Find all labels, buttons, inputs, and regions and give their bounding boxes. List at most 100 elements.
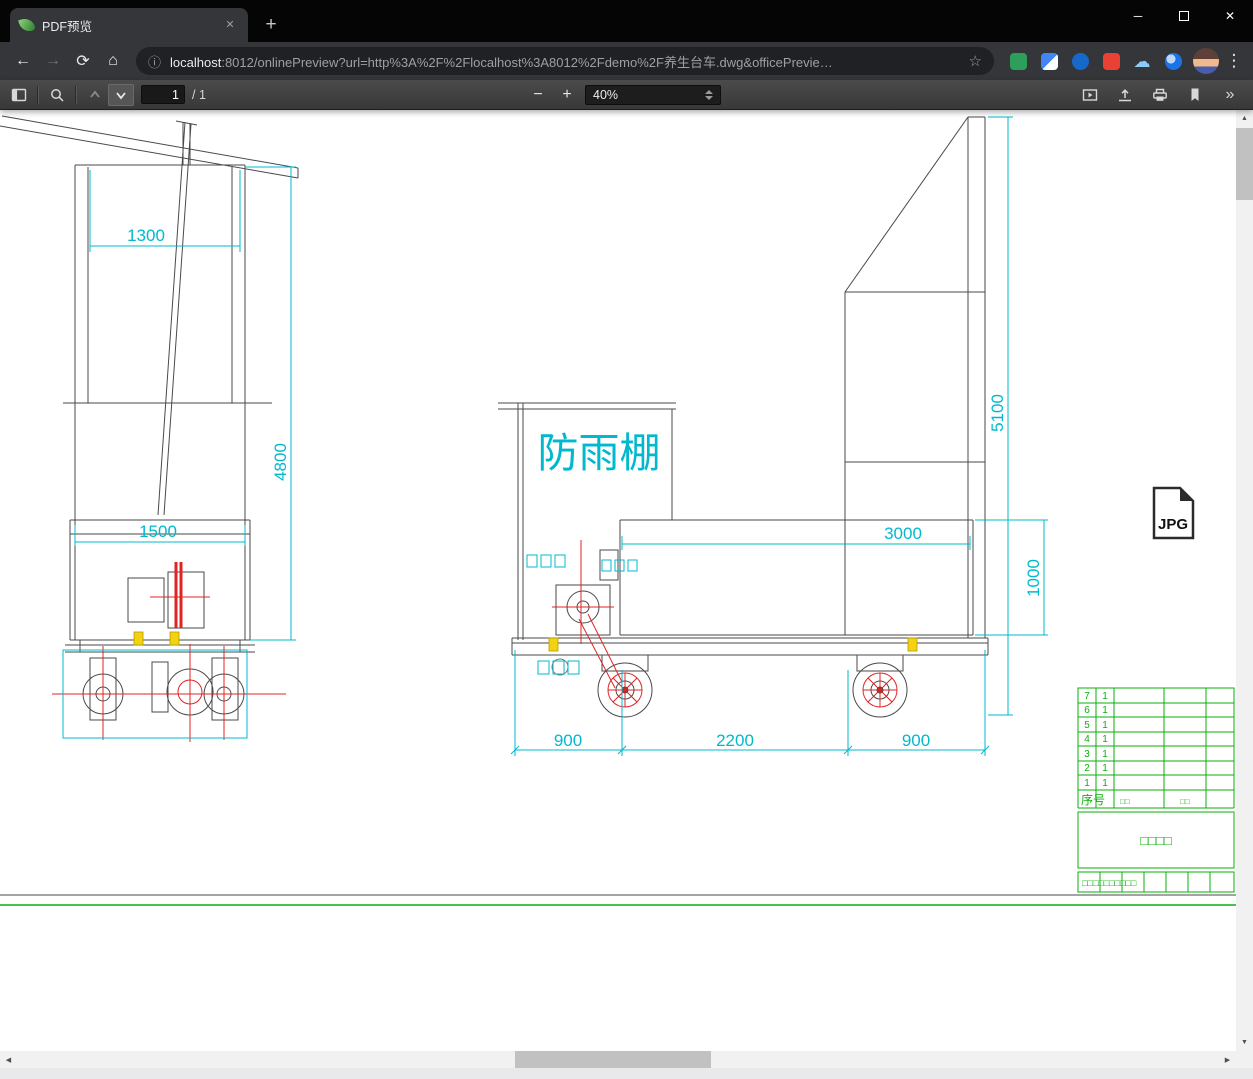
presentation-mode-button[interactable] bbox=[1077, 84, 1103, 106]
tb-row-no: 4 bbox=[1084, 734, 1090, 745]
orange-extension-icon bbox=[1102, 52, 1120, 70]
forward-button[interactable]: → bbox=[38, 46, 68, 76]
vertical-scrollbar[interactable]: ▲ ▼ bbox=[1236, 110, 1253, 1051]
zoom-select[interactable]: 40% bbox=[585, 85, 721, 105]
toolbar-divider bbox=[37, 85, 39, 104]
print-button[interactable] bbox=[1147, 84, 1173, 106]
drawing-black-lines bbox=[0, 115, 1236, 896]
zoom-controls: − + 40% bbox=[527, 80, 721, 110]
pdf-page-canvas: 1300 4800 1500 防雨棚 3000 1000 5100 900 22… bbox=[0, 110, 1236, 1051]
scroll-right-icon[interactable]: ▶ bbox=[1219, 1051, 1236, 1068]
maximize-icon bbox=[1179, 11, 1189, 21]
page-number-input[interactable] bbox=[141, 85, 185, 104]
bookmark-star-icon[interactable]: ☆ bbox=[969, 52, 982, 70]
more-tools-button[interactable]: » bbox=[1217, 84, 1243, 106]
search-icon bbox=[51, 88, 64, 102]
page-down-button[interactable] bbox=[108, 83, 134, 106]
tab-close-icon[interactable]: ✕ bbox=[222, 17, 238, 33]
tb-row-no: 7 bbox=[1084, 691, 1090, 702]
sidebar-toggle-button[interactable] bbox=[6, 84, 32, 106]
dim-1000: 1000 bbox=[1024, 559, 1043, 597]
new-tab-button[interactable]: + bbox=[258, 13, 284, 39]
url-path: :8012/onlinePreview?url=http%3A%2F%2Floc… bbox=[221, 54, 833, 70]
horizontal-scrollbar[interactable]: ◀ ▶ bbox=[0, 1051, 1236, 1068]
browser-window: PDF预览 ✕ + ─ ✕ ← → ⟳ ⌂ ⓘ localhost:8012/o… bbox=[0, 0, 1253, 1079]
tb-header-col2: □□ bbox=[1120, 797, 1130, 806]
zoom-out-button[interactable]: − bbox=[527, 84, 549, 106]
scroll-down-icon[interactable]: ▼ bbox=[1236, 1034, 1253, 1051]
presentation-mode-icon bbox=[1082, 88, 1098, 101]
scroll-up-icon[interactable]: ▲ bbox=[1236, 110, 1253, 127]
tb-row-no: 2 bbox=[1084, 763, 1090, 774]
extension-icon-6[interactable] bbox=[1163, 51, 1183, 71]
site-info-icon[interactable]: ⓘ bbox=[148, 52, 161, 71]
extension-icon-2[interactable] bbox=[1039, 51, 1059, 71]
tb-row-qty: 1 bbox=[1102, 705, 1108, 716]
green-extension-icon bbox=[1009, 52, 1027, 70]
address-bar[interactable]: ⓘ localhost:8012/onlinePreview?url=http%… bbox=[136, 47, 994, 75]
tb-row-qty: 1 bbox=[1102, 691, 1108, 702]
bookmark-icon bbox=[1191, 88, 1199, 101]
open-file-button[interactable] bbox=[1112, 84, 1138, 106]
tb-row-qty: 1 bbox=[1102, 749, 1108, 760]
profile-avatar[interactable] bbox=[1193, 48, 1219, 74]
extensions-row: ☁ bbox=[1008, 51, 1183, 71]
chevrons-icon: » bbox=[1225, 85, 1235, 103]
title-bar: PDF预览 ✕ + ─ ✕ bbox=[0, 0, 1253, 42]
extension-icon-1[interactable] bbox=[1008, 51, 1028, 71]
minimize-button[interactable]: ─ bbox=[1115, 0, 1161, 32]
browser-tab[interactable]: PDF预览 ✕ bbox=[10, 8, 248, 42]
title-block: 7 1 6 1 5 1 4 1 3 1 2 1 1 1 序号 □□ □□ □□□… bbox=[1077, 687, 1235, 893]
reload-button[interactable]: ⟳ bbox=[68, 46, 98, 76]
open-file-icon bbox=[1119, 88, 1131, 101]
horizontal-scrollbar-thumb[interactable] bbox=[515, 1051, 711, 1068]
tb-header-col3: □□ bbox=[1180, 797, 1190, 806]
home-button[interactable]: ⌂ bbox=[98, 46, 128, 76]
cad-drawing: 1300 4800 1500 防雨棚 3000 1000 5100 900 22… bbox=[0, 115, 1236, 906]
tb-row-no: 5 bbox=[1084, 720, 1090, 731]
canopy-label: 防雨棚 bbox=[538, 430, 661, 476]
bookmark-button[interactable] bbox=[1182, 84, 1208, 106]
dim-4800: 4800 bbox=[271, 443, 290, 481]
leaf-favicon-icon bbox=[18, 16, 36, 34]
url-text: localhost:8012/onlinePreview?url=http%3A… bbox=[170, 52, 961, 71]
tb-row-qty: 1 bbox=[1102, 763, 1108, 774]
scroll-left-icon[interactable]: ◀ bbox=[0, 1051, 17, 1068]
extension-icon-4[interactable] bbox=[1101, 51, 1121, 71]
tb-row-qty: 1 bbox=[1102, 734, 1108, 745]
pdf-toolbar: / 1 − + 40% bbox=[0, 80, 1253, 110]
vertical-scrollbar-thumb[interactable] bbox=[1236, 128, 1253, 200]
tb-header-no: 序号 bbox=[1081, 792, 1105, 807]
select-caret-icon bbox=[705, 90, 713, 100]
jpg-badge-text: JPG bbox=[1158, 516, 1188, 533]
find-button[interactable] bbox=[44, 84, 70, 106]
browser-menu-icon[interactable]: ⋮ bbox=[1223, 51, 1245, 71]
extension-icon-3[interactable] bbox=[1070, 51, 1090, 71]
back-button[interactable]: ← bbox=[8, 46, 38, 76]
tb-row-qty: 1 bbox=[1102, 720, 1108, 731]
maximize-button[interactable] bbox=[1161, 0, 1207, 32]
window-controls: ─ ✕ bbox=[1115, 0, 1253, 32]
cloud-extension-icon: ☁ bbox=[1133, 51, 1151, 71]
dim-1300: 1300 bbox=[127, 226, 165, 245]
dim-2200: 2200 bbox=[716, 731, 754, 750]
page-up-icon bbox=[90, 90, 100, 98]
pdf-toolbar-right: » bbox=[1077, 84, 1247, 106]
page-up-button[interactable] bbox=[82, 84, 108, 106]
tab-title: PDF预览 bbox=[42, 19, 93, 34]
window-bottom-edge bbox=[0, 1068, 1253, 1079]
extension-icon-5[interactable]: ☁ bbox=[1132, 51, 1152, 71]
dim-3000: 3000 bbox=[884, 524, 922, 543]
jpg-file-icon[interactable]: JPG bbox=[1152, 486, 1195, 540]
tb-title-text: □□□□ bbox=[1140, 833, 1172, 848]
dim-1500: 1500 bbox=[139, 522, 177, 541]
print-icon bbox=[1153, 88, 1167, 101]
dim-900-right: 900 bbox=[902, 731, 930, 750]
scrollbar-corner bbox=[1236, 1051, 1253, 1068]
dim-5100: 5100 bbox=[988, 394, 1007, 432]
tb-row-no: 3 bbox=[1084, 749, 1090, 760]
close-button[interactable]: ✕ bbox=[1207, 0, 1253, 32]
page-count-label: / 1 bbox=[192, 87, 206, 102]
blue-circle-extension-icon bbox=[1071, 52, 1089, 70]
zoom-in-button[interactable]: + bbox=[556, 84, 578, 106]
